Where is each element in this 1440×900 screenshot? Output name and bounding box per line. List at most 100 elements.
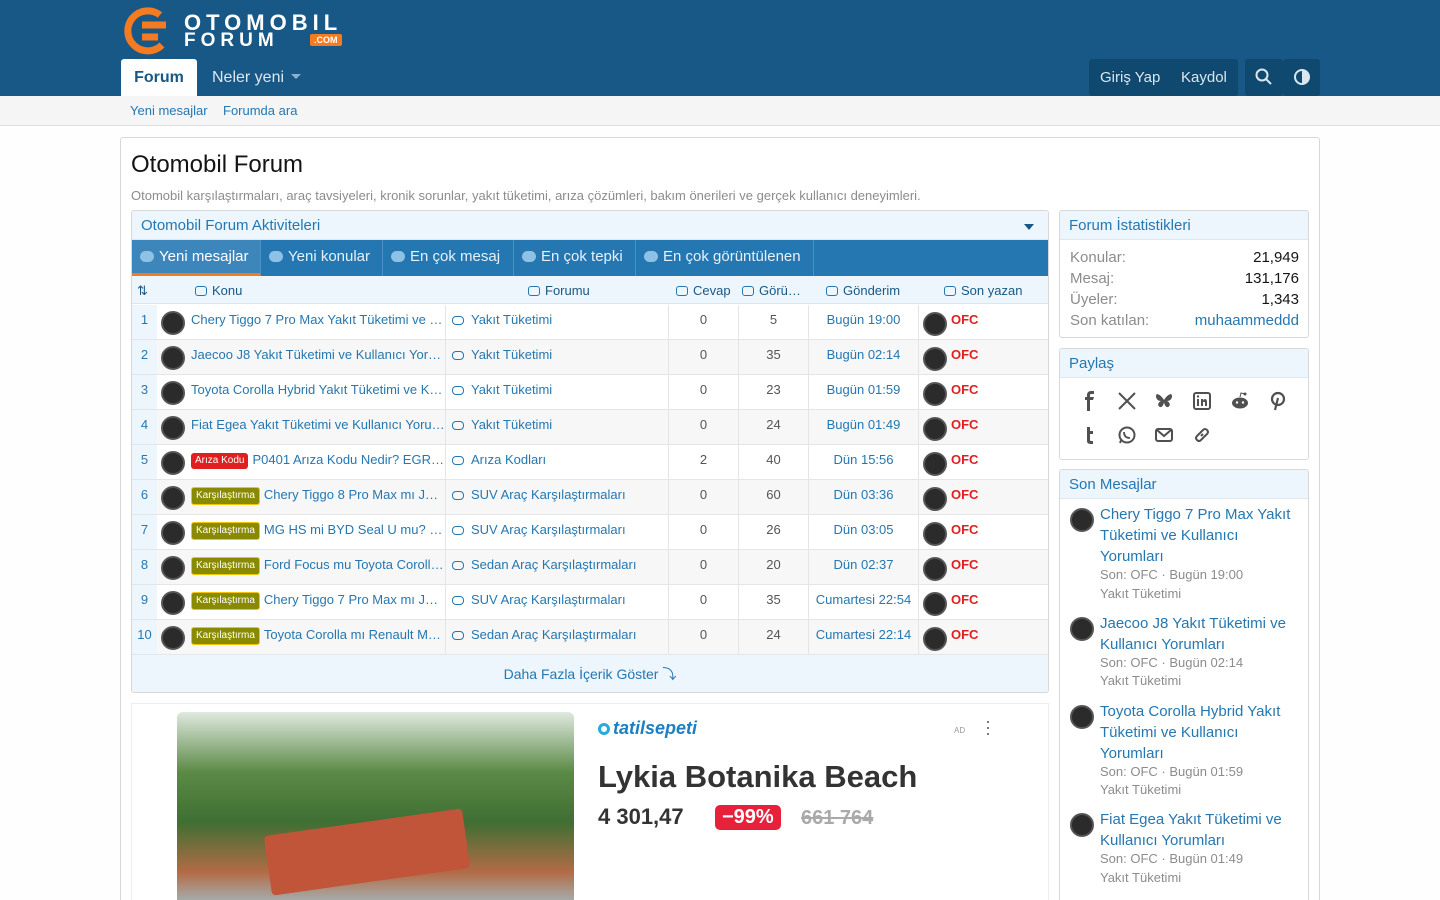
recent-item-forum[interactable]: Yakıt Tüketimi [1100, 870, 1181, 885]
forum-link[interactable]: Yakıt Tüketimi [452, 375, 669, 409]
col-replies[interactable]: Cevap [676, 283, 731, 298]
avatar[interactable] [161, 311, 185, 335]
thread-link[interactable]: Fiat Egea Yakıt Tüketimi ve Kullanıcı Yo… [191, 410, 446, 444]
last-poster-avatar[interactable] [923, 417, 947, 441]
tab-new-threads[interactable]: Yeni konular [261, 240, 383, 276]
search-forums-link[interactable]: Forumda ara [223, 103, 297, 118]
thread-prefix-badge[interactable]: Karşılaştırma [191, 487, 260, 505]
show-more-button[interactable]: Daha Fazla İçerik Göster ⤵ [132, 654, 1048, 692]
recent-item-title[interactable]: Fiat Egea Yakıt Tüketimi ve Kullanıcı Yo… [1100, 809, 1302, 851]
avatar[interactable] [161, 521, 185, 545]
last-poster[interactable]: OFC [951, 585, 1046, 619]
tumblr-icon[interactable] [1079, 425, 1099, 445]
tab-most-viewed[interactable]: En çok görüntülenen [636, 240, 814, 276]
new-posts-link[interactable]: Yeni mesajlar [130, 103, 208, 118]
col-last-poster[interactable]: Son yazan [944, 283, 1022, 298]
thread-title[interactable]: Ford Focus mu Toyota Coroll… [264, 557, 444, 572]
recent-item-forum[interactable]: Yakıt Tüketimi [1100, 673, 1181, 688]
table-row[interactable]: 9 Karşılaştırma Chery Tiggo 7 Pro Max mı J… [132, 585, 1048, 620]
thread-link[interactable]: Toyota Corolla Hybrid Yakıt Tüketimi ve … [191, 375, 446, 409]
avatar[interactable] [161, 381, 185, 405]
table-row[interactable]: 1 Chery Tiggo 7 Pro Max Yakıt Tüketimi ve… [132, 305, 1048, 340]
forum-link[interactable]: Yakıt Tüketimi [452, 410, 669, 444]
last-poster-avatar[interactable] [923, 557, 947, 581]
col-forum[interactable]: Forumu [528, 283, 590, 298]
forum-link[interactable]: Sedan Araç Karşılaştırmaları [452, 620, 669, 654]
bluesky-icon[interactable] [1154, 391, 1174, 411]
last-poster[interactable]: OFC [951, 515, 1046, 549]
tab-whats-new[interactable]: Neler yeni [212, 59, 284, 96]
collapse-icon[interactable] [1024, 224, 1034, 230]
forum-name[interactable]: SUV Araç Karşılaştırmaları [471, 522, 626, 537]
recent-item-title[interactable]: Toyota Corolla Hybrid Yakıt Tüketimi ve … [1100, 701, 1302, 764]
thread-title[interactable]: Fiat Egea Yakıt Tüketimi ve Kullanıcı Yo… [191, 417, 445, 432]
latest-member-link[interactable]: muhaammeddd [1195, 312, 1299, 329]
tab-forum[interactable]: Forum [121, 59, 197, 96]
tab-most-reactions[interactable]: En çok tepki [514, 240, 636, 276]
advertisement[interactable]: tatilsepeti AD · · · Lykia Botanika Beach … [131, 703, 1049, 900]
ad-title[interactable]: Lykia Botanika Beach [598, 759, 917, 795]
last-poster[interactable]: OFC [951, 480, 1046, 514]
last-poster[interactable]: OFC [951, 445, 1046, 479]
forum-link[interactable]: SUV Araç Karşılaştırmaları [452, 515, 669, 549]
recent-item-title[interactable]: Chery Tiggo 7 Pro Max Yakıt Tüketimi ve … [1100, 504, 1302, 567]
forum-name[interactable]: Yakıt Tüketimi [471, 312, 552, 327]
last-poster[interactable]: OFC [951, 410, 1046, 444]
avatar[interactable] [161, 591, 185, 615]
site-logo[interactable]: OTOMOBIL FORUM .COM [120, 7, 370, 55]
thread-link[interactable]: Karşılaştırma Toyota Corolla mı Renault M… [191, 620, 446, 654]
pinterest-icon[interactable] [1268, 391, 1288, 411]
forum-name[interactable]: Arıza Kodları [471, 452, 546, 467]
post-date[interactable]: Cumartesi 22:54 [809, 585, 919, 619]
whats-new-dropdown-icon[interactable] [291, 74, 301, 79]
last-poster[interactable]: OFC [951, 340, 1046, 374]
thread-prefix-badge[interactable]: Karşılaştırma [191, 557, 260, 575]
last-poster-avatar[interactable] [923, 452, 947, 476]
table-row[interactable]: 7 Karşılaştırma MG HS mi BYD Seal U mu? … S… [132, 515, 1048, 550]
avatar[interactable] [161, 346, 185, 370]
thread-link[interactable]: Karşılaştırma Chery Tiggo 8 Pro Max mı Ja… [191, 480, 446, 514]
last-poster-avatar[interactable] [923, 592, 947, 616]
last-poster-avatar[interactable] [923, 347, 947, 371]
forum-link[interactable]: Sedan Araç Karşılaştırmaları [452, 550, 669, 584]
forum-link[interactable]: Yakıt Tüketimi [452, 305, 669, 339]
login-link[interactable]: Giriş Yap [1100, 59, 1160, 96]
forum-link[interactable]: SUV Araç Karşılaştırmaları [452, 480, 669, 514]
post-date[interactable]: Dün 02:37 [809, 550, 919, 584]
thread-link[interactable]: Arıza Kodu P0401 Arıza Kodu Nedir? EGR… [191, 445, 446, 479]
avatar[interactable] [1070, 705, 1094, 729]
post-date[interactable]: Bugün 02:14 [809, 340, 919, 374]
post-date[interactable]: Dün 03:05 [809, 515, 919, 549]
forum-link[interactable]: Arıza Kodları [452, 445, 669, 479]
avatar[interactable] [161, 556, 185, 580]
last-poster[interactable]: OFC [951, 305, 1046, 339]
col-views[interactable]: Görü… [742, 283, 801, 298]
thread-title[interactable]: Chery Tiggo 7 Pro Max mı Ja… [264, 592, 445, 607]
last-poster-avatar[interactable] [923, 627, 947, 651]
forum-name[interactable]: Sedan Araç Karşılaştırmaları [471, 557, 636, 572]
post-date[interactable]: Bugün 01:49 [809, 410, 919, 444]
thread-link[interactable]: Jaecoo J8 Yakıt Tüketimi ve Kullanıcı Yo… [191, 340, 446, 374]
thread-link[interactable]: Karşılaştırma MG HS mi BYD Seal U mu? … [191, 515, 446, 549]
recent-item-forum[interactable]: Yakıt Tüketimi [1100, 586, 1181, 601]
table-row[interactable]: 6 Karşılaştırma Chery Tiggo 8 Pro Max mı J… [132, 480, 1048, 515]
forum-name[interactable]: Yakıt Tüketimi [471, 417, 552, 432]
post-date[interactable]: Dün 03:36 [809, 480, 919, 514]
avatar[interactable] [1070, 508, 1094, 532]
last-poster[interactable]: OFC [951, 550, 1046, 584]
sort-icon[interactable]: ⇅ [137, 283, 148, 299]
forum-name[interactable]: Yakıt Tüketimi [471, 347, 552, 362]
table-row[interactable]: 3 Toyota Corolla Hybrid Yakıt Tüketimi ve… [132, 375, 1048, 410]
email-icon[interactable] [1154, 425, 1174, 445]
avatar[interactable] [161, 486, 185, 510]
link-icon[interactable] [1192, 425, 1212, 445]
table-row[interactable]: 2 Jaecoo J8 Yakıt Tüketimi ve Kullanıcı Y… [132, 340, 1048, 375]
more-options-icon[interactable]: · · · [985, 712, 991, 742]
thread-prefix-badge[interactable]: Karşılaştırma [191, 522, 260, 540]
theme-toggle-button[interactable] [1283, 59, 1320, 96]
thread-prefix-badge[interactable]: Arıza Kodu [191, 453, 249, 469]
col-topic[interactable]: Konu [195, 283, 242, 298]
facebook-icon[interactable] [1079, 391, 1099, 411]
avatar[interactable] [1070, 617, 1094, 641]
avatar[interactable] [161, 416, 185, 440]
